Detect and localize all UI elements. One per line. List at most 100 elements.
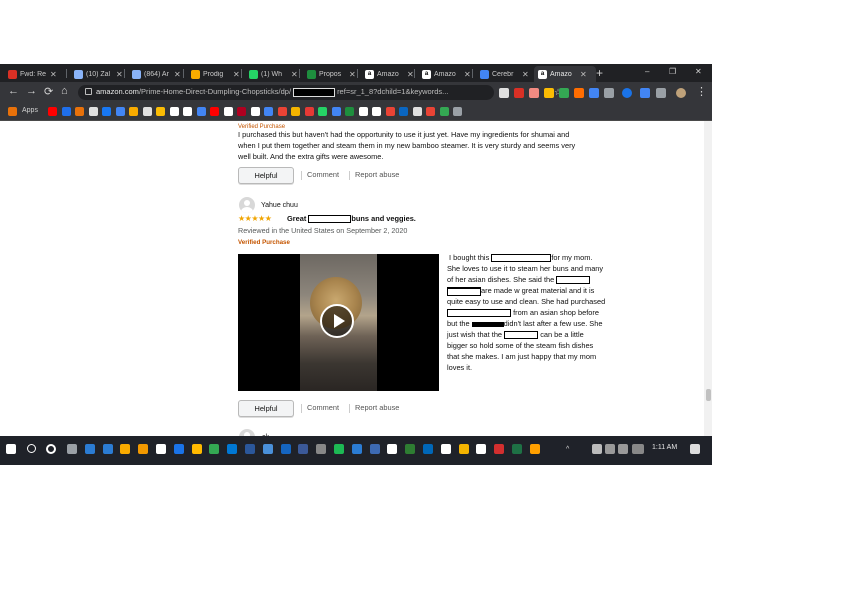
- bookmark-icon[interactable]: [75, 107, 84, 116]
- windows-start-icon[interactable]: [6, 444, 16, 454]
- bookmark-icon[interactable]: [88, 107, 98, 116]
- browser-tab[interactable]: Cerebr ✕: [476, 66, 532, 82]
- close-tab-icon[interactable]: ✕: [174, 70, 181, 79]
- bookmark-icon[interactable]: [250, 107, 260, 116]
- bookmark-icon[interactable]: [196, 107, 206, 116]
- play-icon[interactable]: [320, 304, 354, 338]
- browser-tab[interactable]: (10) Zal ✕: [70, 66, 126, 82]
- browser-tab[interactable]: Fwd: Re ✕: [4, 66, 60, 82]
- taskbar-app-icon[interactable]: [512, 444, 522, 454]
- new-tab-button[interactable]: +: [596, 66, 603, 80]
- extension-icon[interactable]: [544, 88, 554, 98]
- bookmark-icon[interactable]: [237, 107, 246, 116]
- bookmark-icon[interactable]: [223, 107, 233, 116]
- back-arrow-icon[interactable]: ←: [8, 85, 19, 97]
- extension-icon[interactable]: [559, 88, 569, 98]
- keyboard-icon[interactable]: [632, 444, 644, 454]
- extension-icon[interactable]: [574, 88, 584, 98]
- bookmark-icon[interactable]: [156, 107, 165, 116]
- taskbar-app-icon[interactable]: [387, 444, 398, 454]
- bookmark-icon[interactable]: [453, 107, 462, 116]
- bookmark-icon[interactable]: [358, 107, 368, 116]
- browser-tab[interactable]: (1) Wh ✕: [245, 66, 301, 82]
- taskbar-app-icon[interactable]: [102, 444, 113, 454]
- bookmark-icon[interactable]: [291, 107, 300, 116]
- taskbar-app-icon[interactable]: [440, 444, 451, 454]
- address-bar[interactable]: amazon.com/Prime-Home-Direct-Dumpling-Ch…: [78, 85, 562, 100]
- taskbar-app-icon[interactable]: [262, 444, 273, 454]
- close-tab-icon[interactable]: ✕: [407, 70, 414, 79]
- clock-time[interactable]: 1:11 AM: [652, 444, 677, 451]
- taskbar-app-icon[interactable]: [209, 444, 220, 454]
- bookmark-icon[interactable]: [210, 107, 219, 116]
- apps-label[interactable]: Apps: [22, 107, 38, 114]
- bookmark-icon[interactable]: [102, 107, 111, 116]
- taskbar-app-icon[interactable]: [191, 444, 202, 454]
- taskbar-app-icon[interactable]: [316, 444, 327, 454]
- close-tab-icon[interactable]: ✕: [580, 70, 587, 79]
- bookmark-icon[interactable]: [129, 107, 138, 116]
- menu-kebab-icon[interactable]: ⋮: [696, 85, 707, 98]
- browser-tab[interactable]: a Amazo ✕: [534, 66, 596, 82]
- bookmark-icon[interactable]: [61, 107, 71, 116]
- wifi-icon[interactable]: [605, 444, 615, 454]
- pdf-extension-icon[interactable]: [514, 88, 524, 98]
- browser-tab[interactable]: Propos ✕: [303, 66, 359, 82]
- puzzle-icon[interactable]: [656, 88, 666, 98]
- search-icon[interactable]: [27, 444, 36, 453]
- taskbar-app-icon[interactable]: [84, 444, 95, 454]
- bookmark-icon[interactable]: [318, 107, 327, 116]
- extension-icon[interactable]: [640, 88, 650, 98]
- bookmark-icon[interactable]: [399, 107, 408, 116]
- maximize-button[interactable]: ❐: [669, 67, 676, 76]
- bookmark-icon[interactable]: [426, 107, 435, 116]
- bookmark-icon[interactable]: [385, 107, 395, 116]
- taskbar-app-icon[interactable]: [369, 444, 380, 454]
- close-tab-icon[interactable]: ✕: [291, 70, 298, 79]
- bookmark-icon[interactable]: [412, 107, 422, 116]
- bookmark-icon[interactable]: [142, 107, 152, 116]
- bookmark-icon[interactable]: [372, 107, 381, 116]
- taskbar-app-icon[interactable]: [423, 444, 433, 454]
- chevron-up-icon[interactable]: ^: [566, 446, 574, 453]
- extension-icon[interactable]: [589, 88, 599, 98]
- review-title[interactable]: Great buns and veggies.: [287, 213, 416, 224]
- helpful-button[interactable]: Helpful: [238, 400, 294, 417]
- reviewer-name[interactable]: Yahue chuu: [261, 200, 298, 211]
- bookmark-icon[interactable]: [304, 107, 314, 116]
- report-abuse-link[interactable]: Report abuse: [355, 169, 399, 180]
- browser-tab[interactable]: (864) Ar ✕: [128, 66, 184, 82]
- bookmark-icon[interactable]: [48, 107, 57, 116]
- bookmark-icon[interactable]: [169, 107, 179, 116]
- browser-tab[interactable]: Prodig ✕: [187, 66, 243, 82]
- taskbar-app-icon[interactable]: [138, 444, 149, 454]
- minimize-button[interactable]: –: [645, 67, 649, 76]
- extension-icon[interactable]: [622, 88, 632, 98]
- network-icon[interactable]: [592, 444, 602, 454]
- bookmark-icon[interactable]: [183, 107, 192, 116]
- bookmark-icon[interactable]: [264, 107, 273, 116]
- report-abuse-link[interactable]: Report abuse: [355, 402, 399, 413]
- close-tab-icon[interactable]: ✕: [464, 70, 471, 79]
- review-video-player[interactable]: [238, 254, 439, 391]
- comment-link[interactable]: Comment: [307, 169, 339, 180]
- taskbar-app-icon[interactable]: [405, 444, 416, 454]
- comment-link[interactable]: Comment: [307, 402, 339, 413]
- helpful-button[interactable]: Helpful: [238, 167, 294, 184]
- reload-icon[interactable]: ⟳: [44, 85, 53, 98]
- notifications-icon[interactable]: [690, 444, 700, 454]
- bookmark-icon[interactable]: [439, 107, 449, 116]
- taskbar-app-icon[interactable]: [245, 444, 255, 454]
- home-icon[interactable]: ⌂: [61, 85, 68, 97]
- browser-tab[interactable]: a Amazo ✕: [361, 66, 417, 82]
- taskbar-app-icon[interactable]: [298, 444, 309, 454]
- star-rating-icon[interactable]: ★★★★★: [238, 214, 272, 223]
- extension-icon[interactable]: [604, 88, 614, 98]
- close-tab-icon[interactable]: ✕: [522, 70, 529, 79]
- bookmark-icon[interactable]: [277, 107, 287, 116]
- scrollbar-thumb[interactable]: [706, 389, 711, 401]
- cortana-icon[interactable]: [46, 444, 56, 454]
- page-scrollbar[interactable]: [704, 121, 712, 436]
- browser-tab[interactable]: a Amazo ✕: [418, 66, 474, 82]
- profile-avatar[interactable]: [676, 88, 686, 98]
